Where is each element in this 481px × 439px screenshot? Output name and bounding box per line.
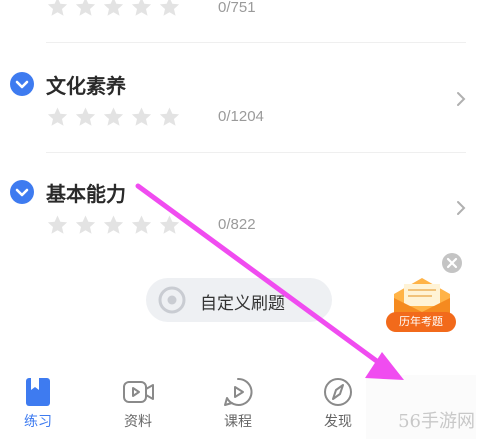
- play-icon: [224, 377, 253, 406]
- video-icon: [123, 381, 154, 403]
- star-icon: [47, 0, 68, 16]
- practice-section-1[interactable]: 0/751: [0, 0, 481, 40]
- close-icon[interactable]: [441, 252, 463, 274]
- star-rating: [46, 106, 181, 128]
- star-rating: [46, 214, 181, 236]
- question-count: 0/1204: [218, 108, 264, 125]
- section-title: 基本能力: [46, 182, 126, 206]
- star-icon: [103, 0, 124, 16]
- nav-label: 练习: [24, 414, 52, 430]
- nav-label: 资料: [124, 414, 152, 430]
- nav-item-practice[interactable]: 练习: [2, 365, 74, 435]
- chevron-right-icon[interactable]: [452, 199, 470, 217]
- disc-icon: [158, 286, 186, 314]
- book-icon: [26, 378, 50, 406]
- star-icon: [103, 107, 124, 126]
- custom-practice-label: 自定义刷题: [200, 294, 285, 314]
- section-title: 文化素养: [46, 74, 126, 98]
- divider: [46, 42, 466, 43]
- practice-section-2[interactable]: 文化素养 0/1204: [0, 60, 481, 140]
- star-rating: [46, 0, 181, 18]
- chevron-right-icon[interactable]: [452, 90, 470, 108]
- divider: [46, 152, 466, 153]
- star-icon: [131, 0, 152, 16]
- past-exams-promo[interactable]: 历年考题: [384, 272, 460, 334]
- star-icon: [75, 215, 96, 234]
- question-count: 0/822: [218, 216, 256, 233]
- star-icon: [103, 215, 124, 234]
- nav-label: 发现: [324, 414, 352, 430]
- question-count: 0/751: [218, 0, 256, 16]
- star-icon: [131, 107, 152, 126]
- star-icon: [131, 215, 152, 234]
- star-icon: [159, 0, 180, 16]
- nav-label: 课程: [224, 414, 252, 430]
- compass-icon: [324, 378, 352, 406]
- star-icon: [47, 215, 68, 234]
- promo-label: 历年考题: [399, 315, 443, 328]
- star-icon: [47, 107, 68, 126]
- nav-item-courses[interactable]: 课程: [202, 365, 274, 435]
- nav-item-discover[interactable]: 发现: [302, 365, 374, 435]
- star-icon: [75, 107, 96, 126]
- promo-label-badge: 历年考题: [386, 312, 456, 332]
- star-icon: [159, 107, 180, 126]
- expand-toggle-icon[interactable]: [10, 180, 34, 204]
- practice-section-3[interactable]: 基本能力 0/822: [0, 170, 481, 250]
- watermark: 56手游网: [398, 411, 475, 432]
- star-icon: [75, 0, 96, 16]
- expand-toggle-icon[interactable]: [10, 72, 34, 96]
- star-icon: [159, 215, 180, 234]
- nav-item-materials[interactable]: 资料: [102, 365, 174, 435]
